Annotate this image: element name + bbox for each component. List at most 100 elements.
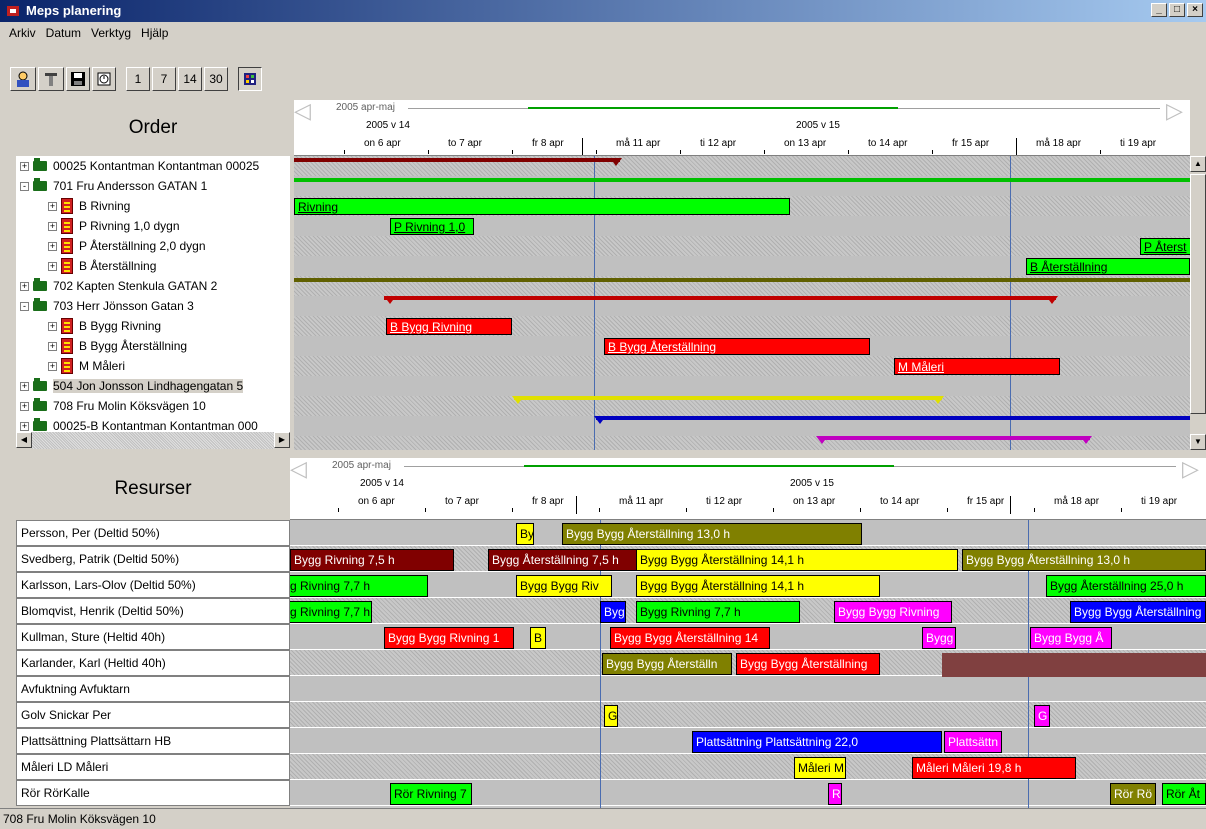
order-vscroll[interactable]: ▲ ▼ [1190,156,1206,450]
expand-icon[interactable]: + [48,321,57,331]
minimize-button[interactable]: _ [1151,3,1167,17]
resource-bar[interactable]: Bygg Bygg Å [1030,627,1112,649]
zoom-14-button[interactable]: 14 [178,67,202,91]
nav-left-icon[interactable]: ◁ [294,100,311,124]
save-button[interactable] [66,67,90,91]
expand-icon[interactable]: + [48,201,57,211]
expand-icon[interactable]: + [48,361,57,371]
tree-row[interactable]: + B Bygg Rivning [16,316,290,336]
menu-hjalp[interactable]: Hjälp [136,26,173,40]
order-bar[interactable]: B Bygg Återställning [604,338,870,355]
resource-row[interactable]: Måleri LD Måleri [16,754,290,780]
resource-bar[interactable]: G [1034,705,1050,727]
menu-verktyg[interactable]: Verktyg [86,26,136,40]
resource-bar[interactable]: Bygg Återställning 7,5 h [488,549,638,571]
tree-row[interactable]: - 701 Fru Andersson GATAN 1 [16,176,290,196]
zoom-1-button[interactable]: 1 [126,67,150,91]
resource-bar[interactable]: Bygg Bygg Återställning 13,0 h [562,523,862,545]
resource-row[interactable]: Kullman, Sture (Heltid 40h) [16,624,290,650]
resource-bar[interactable]: g Rivning 7,7 h [290,575,428,597]
resource-row[interactable]: Karlander, Karl (Heltid 40h) [16,650,290,676]
menu-arkiv[interactable]: Arkiv [4,26,41,40]
resource-row[interactable]: Blomqvist, Henrik (Deltid 50%) [16,598,290,624]
close-button[interactable]: × [1187,3,1203,17]
order-bar[interactable]: P Återst [1140,238,1190,255]
collapse-icon[interactable]: - [20,301,29,311]
expand-icon[interactable]: + [20,281,29,291]
resource-row[interactable]: Karlsson, Lars-Olov (Deltid 50%) [16,572,290,598]
resource-bar[interactable]: g Rivning 7,7 h [290,601,372,623]
resource-bar[interactable]: Rör [828,783,842,805]
tree-row[interactable]: + B Återställning [16,256,290,276]
resource-bar[interactable]: Rör Rö [1110,783,1156,805]
resource-bar[interactable]: Rör Rivning 7 [390,783,472,805]
resource-bar[interactable]: Bygg Bygg Återställning [1070,601,1206,623]
tree-row[interactable]: + B Rivning [16,196,290,216]
resource-bar[interactable]: Bygg B [922,627,956,649]
resource-bar[interactable]: Bygg Bygg Rivning [834,601,952,623]
resource-bar[interactable]: Bygg Bygg Återställning [736,653,880,675]
resource-bar[interactable]: Bygg Bygg Återställning 14 [610,627,770,649]
resource-bar[interactable]: Bygg Bygg Rivning 1 [384,627,514,649]
scroll-left-icon[interactable]: ◀ [16,432,32,448]
expand-icon[interactable]: + [48,241,57,251]
resource-bar[interactable]: Bygg Återställning 25,0 h [1046,575,1206,597]
users-button[interactable] [10,67,36,91]
zoom-30-button[interactable]: 30 [204,67,228,91]
order-bar[interactable]: M Måleri [894,358,1060,375]
resource-bar[interactable]: Plattsättning Plattsättning 22,0 [692,731,942,753]
tree-row[interactable]: +00025-B Kontantman Kontantman 000 [16,416,290,432]
expand-icon[interactable]: + [48,221,57,231]
resource-bar[interactable]: Bygg Bygg Återställn [602,653,732,675]
tree-row[interactable]: +00025 Kontantman Kontantman 00025 [16,156,290,176]
tree-row[interactable]: - 703 Herr Jönsson Gatan 3 [16,296,290,316]
resource-bar[interactable]: Byg [600,601,626,623]
resource-bar[interactable]: Rör Åt [1162,783,1206,805]
tree-row[interactable]: + P Återställning 2,0 dygn [16,236,290,256]
resource-bar[interactable]: Byg [516,523,534,545]
resource-row[interactable]: Rör RörKalle [16,780,290,806]
resource-bar[interactable]: Bygg Rivning 7,5 h [290,549,454,571]
tree-row[interactable]: +702 Kapten Stenkula GATAN 2 [16,276,290,296]
order-hscroll[interactable]: ◀ ▶ [16,432,290,449]
resource-bar[interactable]: Bygg Bygg Återställning 13,0 h [962,549,1206,571]
resource-row[interactable]: Plattsättning Plattsättarn HB [16,728,290,754]
resource-bar[interactable]: Bygg Bygg Återställning 14,1 h [636,575,880,597]
resource-bar[interactable]: Bygg Rivning 7,7 h [636,601,800,623]
expand-icon[interactable]: + [20,161,29,171]
collapse-icon[interactable]: - [20,181,29,191]
view-button[interactable] [238,67,262,91]
nav-right-icon[interactable]: ▷ [1182,458,1199,482]
order-bar[interactable]: P Rivning 1,0 [390,218,474,235]
scroll-down-icon[interactable]: ▼ [1190,434,1206,450]
resource-row[interactable]: Svedberg, Patrik (Deltid 50%) [16,546,290,572]
tree-row[interactable]: + P Rivning 1,0 dygn [16,216,290,236]
resource-bar[interactable]: Måleri M [794,757,846,779]
menu-datum[interactable]: Datum [41,26,86,40]
scroll-right-icon[interactable]: ▶ [274,432,290,448]
tree-row[interactable]: + B Bygg Återställning [16,336,290,356]
expand-icon[interactable]: + [48,261,57,271]
expand-icon[interactable]: + [20,401,29,411]
calendar-button[interactable] [92,67,116,91]
maximize-button[interactable]: □ [1169,3,1185,17]
tree-row[interactable]: + M Måleri [16,356,290,376]
resource-bar[interactable]: B [530,627,546,649]
order-bar[interactable]: B Återställning [1026,258,1190,275]
tools-button[interactable] [38,67,64,91]
resource-row[interactable]: Persson, Per (Deltid 50%) [16,520,290,546]
tree-row[interactable]: +504 Jon Jonsson Lindhagengatan 5 [16,376,290,396]
zoom-7-button[interactable]: 7 [152,67,176,91]
expand-icon[interactable]: + [20,381,29,391]
nav-right-icon[interactable]: ▷ [1166,100,1183,124]
order-bar[interactable]: B Bygg Rivning [386,318,512,335]
resource-bar[interactable]: Måleri Måleri 19,8 h [912,757,1076,779]
scroll-up-icon[interactable]: ▲ [1190,156,1206,172]
resource-row[interactable]: Golv Snickar Per [16,702,290,728]
order-bar[interactable]: Rivning [294,198,790,215]
resource-bar[interactable]: Bygg Bygg Riv [516,575,612,597]
resource-bar[interactable]: Plattsättn [944,731,1002,753]
nav-left-icon[interactable]: ◁ [290,458,307,482]
resource-row[interactable]: Avfuktning Avfuktarn [16,676,290,702]
tree-row[interactable]: +708 Fru Molin Köksvägen 10 [16,396,290,416]
